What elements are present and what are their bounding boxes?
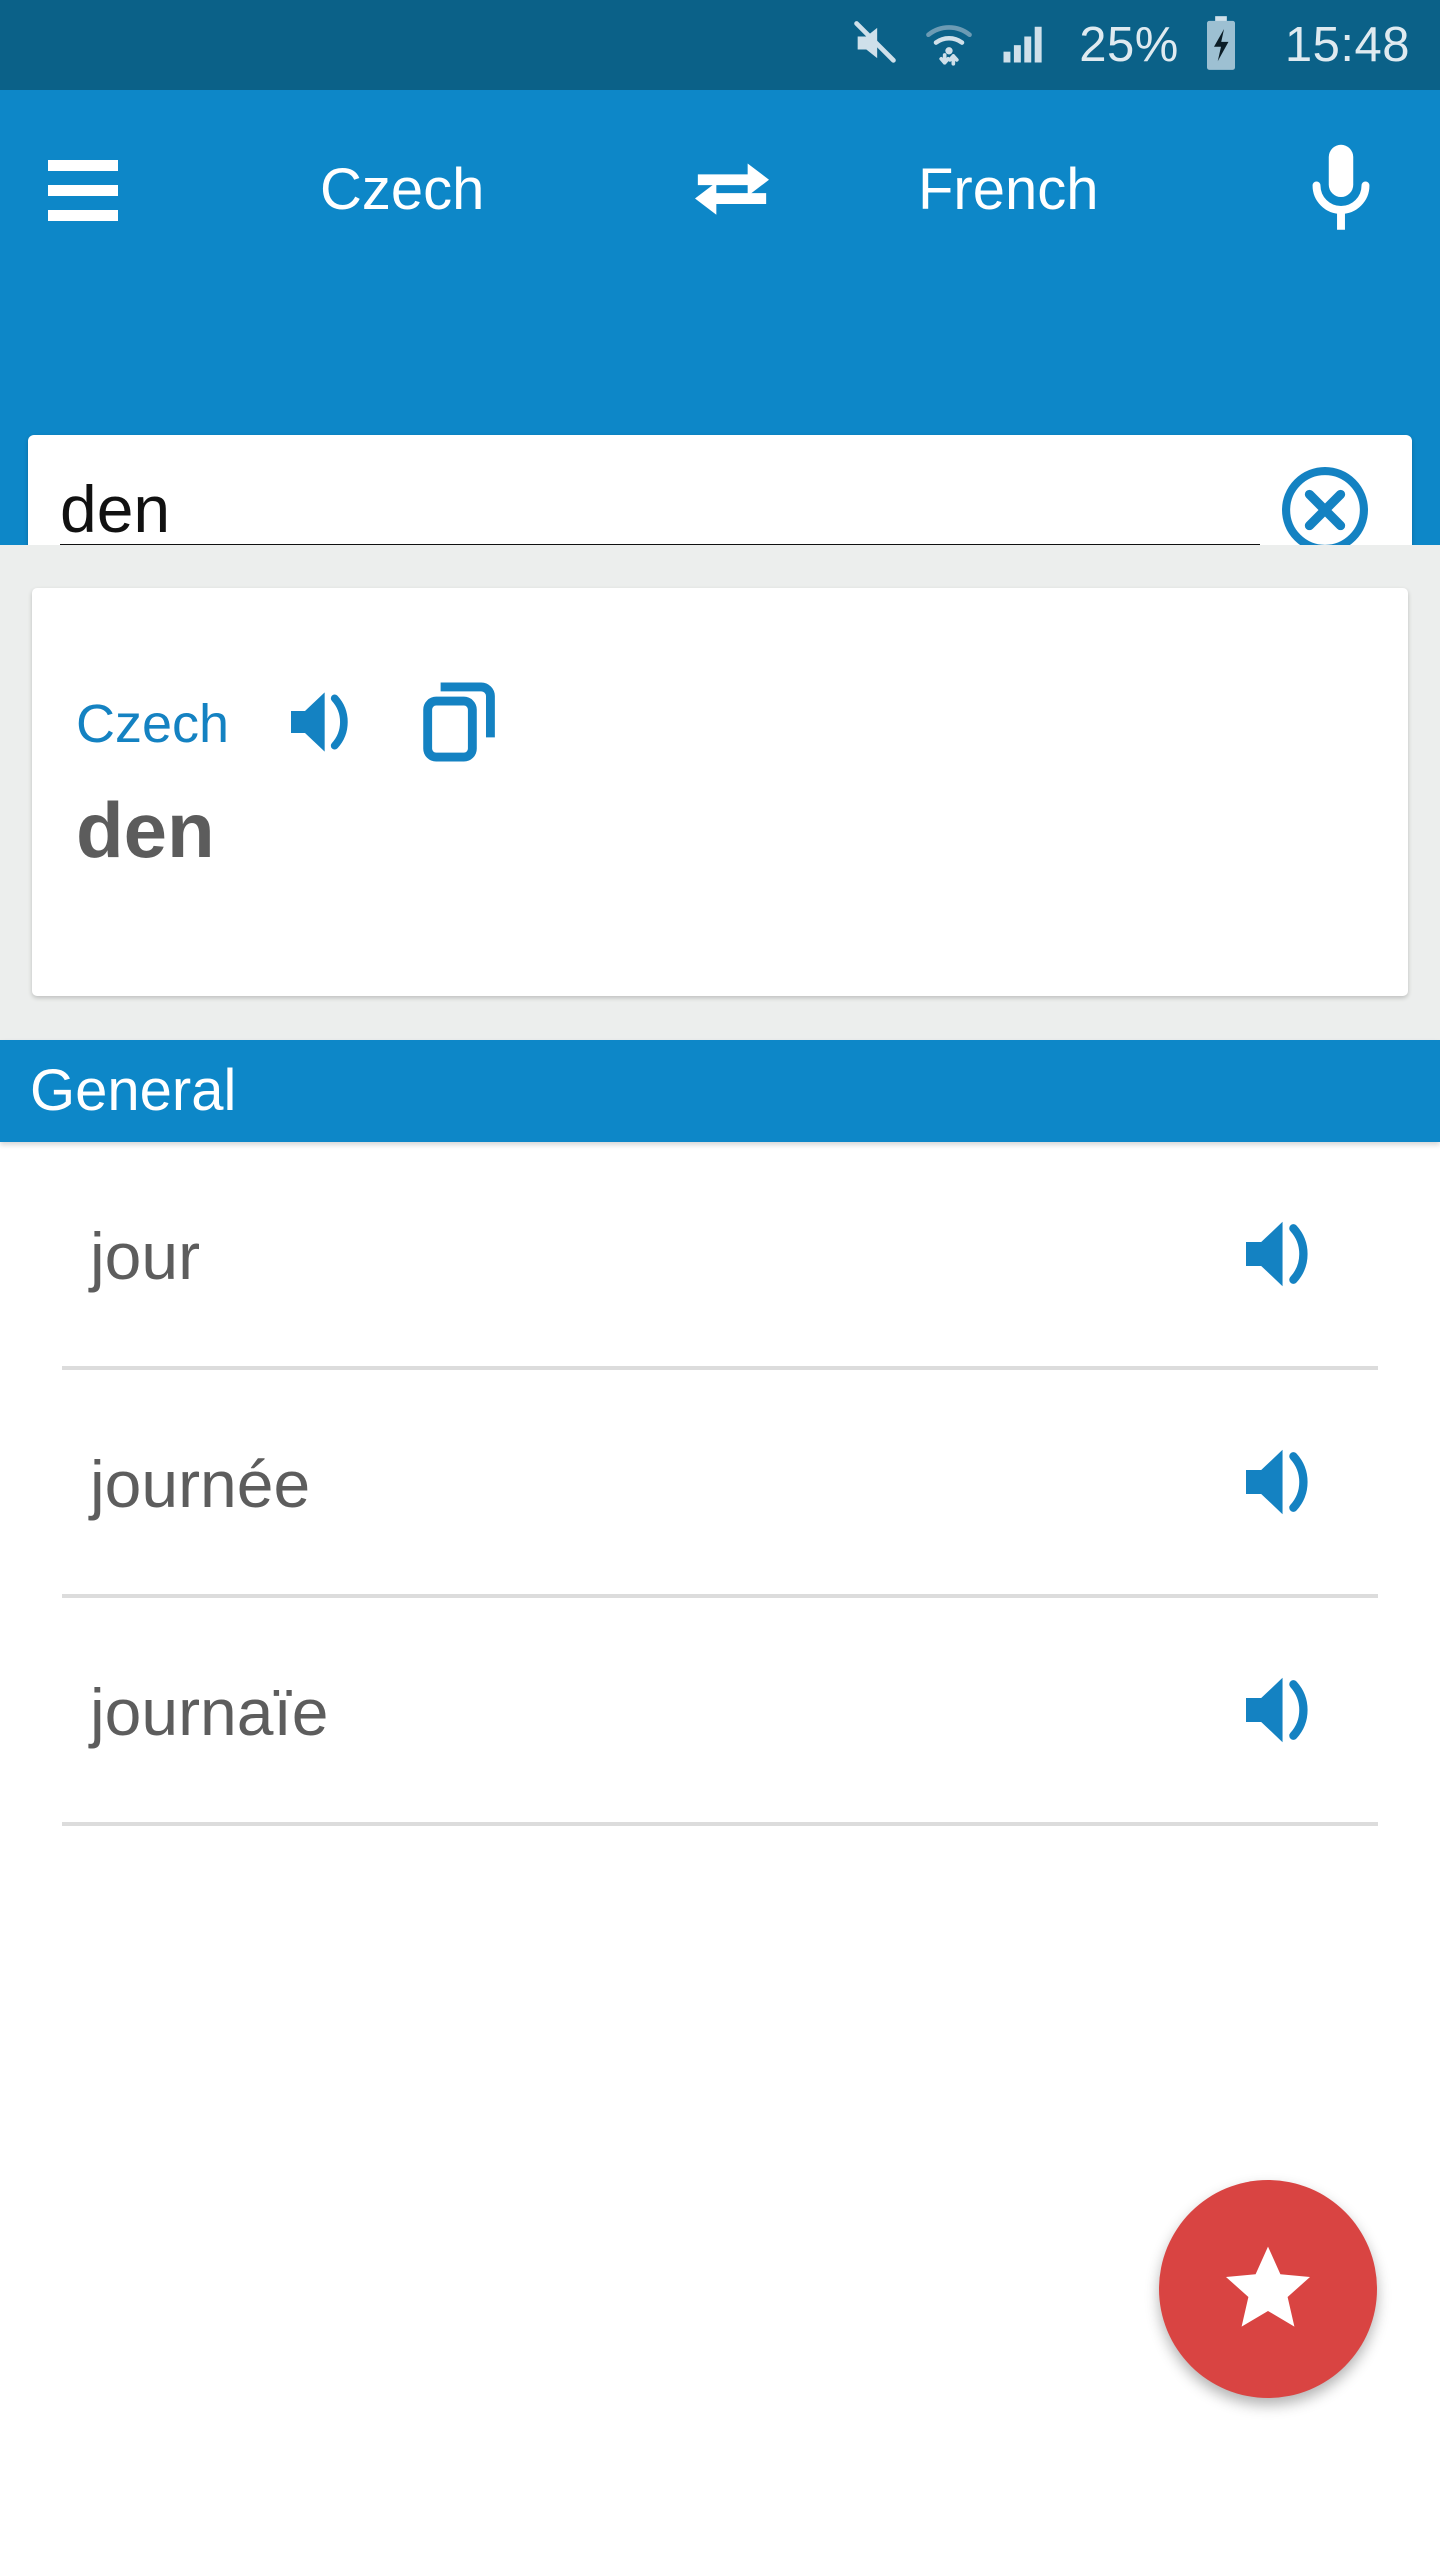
section-title: General: [30, 1058, 237, 1123]
swap-languages-button[interactable]: [672, 140, 792, 240]
cellular-signal-icon: [997, 17, 1049, 74]
copy-icon: [422, 681, 500, 768]
battery-percent-label: 25%: [1079, 17, 1179, 72]
app-bar: Czech French den: [0, 90, 1440, 590]
table-row[interactable]: journée: [0, 1370, 1440, 1598]
favorites-fab-button[interactable]: [1159, 2180, 1377, 2398]
row-divider: [62, 1822, 1378, 1826]
search-input[interactable]: den: [60, 476, 1260, 550]
voice-input-button[interactable]: [1286, 130, 1396, 250]
star-icon: [1220, 2241, 1316, 2338]
source-language-selector[interactable]: Czech: [320, 161, 484, 219]
speaker-volume-icon: [1240, 1216, 1328, 1297]
translation-word: journée: [90, 1447, 311, 1521]
headword-card: Czech den: [32, 588, 1408, 996]
wifi-icon: [923, 17, 975, 74]
translation-word: journaïe: [90, 1675, 329, 1749]
target-language-selector[interactable]: French: [918, 161, 1099, 219]
hamburger-menu-icon[interactable]: [48, 140, 148, 240]
status-bar-icons: 25% 15:48: [849, 15, 1410, 76]
headword-card-header: Czech: [76, 674, 511, 774]
translation-word: jour: [90, 1219, 201, 1293]
headword-text: den: [76, 786, 215, 874]
translator-app-screen: 25% 15:48 Czech French den Czech den Gen…: [0, 0, 1440, 2560]
speaker-volume-icon: [1240, 1444, 1328, 1525]
translation-results-list: jour journée journaïe: [0, 1142, 1440, 1826]
status-bar: 25% 15:48: [0, 0, 1440, 90]
status-bar-clock: 15:48: [1284, 17, 1410, 72]
mute-icon: [849, 17, 901, 74]
headword-speak-button[interactable]: [271, 679, 381, 769]
speak-translation-button[interactable]: [1224, 1434, 1344, 1534]
table-row[interactable]: jour: [0, 1142, 1440, 1370]
table-row[interactable]: journaïe: [0, 1598, 1440, 1826]
headword-language-label: Czech: [76, 694, 230, 754]
speaker-volume-icon: [1240, 1672, 1328, 1753]
swap-horizontal-icon: [689, 151, 775, 230]
copy-headword-button[interactable]: [411, 674, 511, 774]
battery-charging-icon: [1201, 15, 1241, 76]
speak-translation-button[interactable]: [1224, 1206, 1344, 1306]
microphone-icon: [1305, 140, 1377, 241]
section-header-general: General: [0, 1040, 1440, 1142]
speak-translation-button[interactable]: [1224, 1662, 1344, 1762]
speaker-volume-icon: [285, 687, 367, 762]
